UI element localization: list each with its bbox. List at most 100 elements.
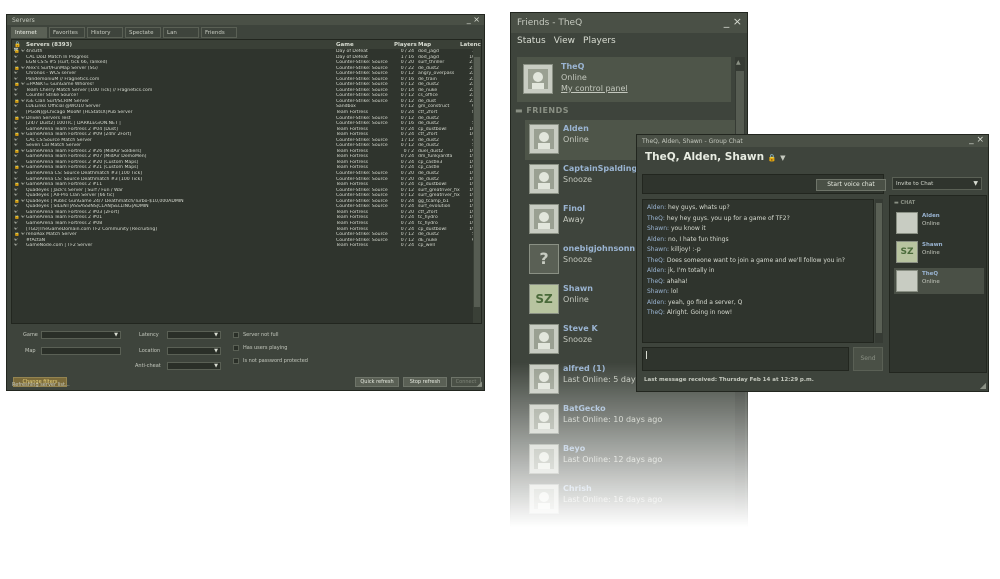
message-text: lol [670,288,678,295]
close-icon[interactable]: × [976,135,984,145]
member-theq[interactable]: TheQ Online [894,268,984,294]
friend-item[interactable]: Chrish Last Online: 16 days ago [525,480,735,520]
message-text: you know it [670,225,706,232]
server-name: GameNode.com | TF2 Server [26,243,93,249]
tab-internet[interactable]: Internet [11,27,47,38]
not-full-checkbox[interactable] [233,332,239,338]
filter-panel: Game ▼ Map Latency ▼ Location ▼ Anti-che… [11,328,482,388]
filter-latency-label: Latency [139,332,159,338]
friend-item[interactable]: Beyo Last Online: 12 days ago [525,440,735,480]
menu-view[interactable]: View [554,36,575,47]
resize-grip-icon[interactable]: ◢ [980,381,986,390]
avatar: SZ [896,241,918,263]
friends-section-header: ▬ FRIENDS [515,106,569,115]
start-voice-chat-button[interactable]: Start voice chat [816,179,886,191]
control-panel-link[interactable]: My control panel [561,84,628,93]
friend-item[interactable]: BatGecko Last Online: 10 days ago [525,400,735,440]
minimize-icon[interactable]: _ [467,15,471,24]
server-list: 🔒 ⛨ Servers (8393) Game Players Map Late… [11,39,482,324]
column-servers[interactable]: Servers (8393) [26,42,336,49]
self-profile: TheQ Online My control panel [517,57,731,102]
scroll-thumb[interactable] [474,57,480,307]
chat-title-bar[interactable]: TheQ, Alden, Shawn - Group Chat _ × [637,135,988,147]
tab-friends[interactable]: Friends [201,27,237,38]
invite-to-chat-dropdown[interactable]: Invite to Chat ▼ [892,177,982,190]
status-text: Refreshing server list... [12,382,70,388]
minimize-icon[interactable]: _ [969,135,974,145]
message-author: Shawn: [647,225,670,232]
self-name: TheQ [561,62,585,71]
chat-message: Shawn: you know it [647,224,869,235]
message-author: TheQ: [647,309,665,316]
message-author: Alden: [647,267,667,274]
anticheat-select[interactable]: ▼ [167,362,221,370]
tab-favorites[interactable]: Favorites [49,27,85,38]
no-password-checkbox[interactable] [233,358,239,364]
column-latency[interactable]: Latency [460,42,481,49]
avatar[interactable] [523,64,553,94]
chevron-down-icon: ▼ [214,348,218,354]
tab-spectate[interactable]: Spectate [125,27,161,38]
location-select[interactable]: ▼ [167,347,221,355]
send-button[interactable]: Send [853,347,883,371]
servers-title: Servers [12,17,35,24]
game-select[interactable]: ▼ [41,331,121,339]
lock-icon: 🔒 [767,154,777,162]
chat-scrollbar[interactable] [875,199,883,343]
friend-name: Chrish [563,484,592,493]
has-users-checkbox[interactable] [233,345,239,351]
close-icon[interactable]: × [733,15,742,28]
column-players[interactable]: Players [394,42,418,49]
table-row[interactable]: ⛨ GameNode.com | TF2 Server Team Fortress 0… [12,243,481,249]
scroll-up-icon[interactable]: ▲ [736,59,741,66]
stop-refresh-button[interactable]: Stop refresh [403,377,447,387]
not-full-label: Server not full [243,332,279,338]
resize-grip-icon[interactable]: ◢ [477,380,482,388]
chat-message: TheQ: ahaha! [647,277,869,288]
avatar [529,204,559,234]
member-status: Online [922,279,940,285]
tab-history[interactable]: History [87,27,123,38]
message-author: Alden: [647,235,667,243]
chevron-down-icon: ▼ [973,180,978,187]
chevron-down-icon[interactable]: ▼ [780,154,785,162]
minimize-icon[interactable]: _ [724,15,730,28]
friend-name: alfred (1) [563,364,606,373]
message-text: ahaha! [666,277,688,285]
server-rows: 🔒 ⛨4nd3thDay of Defeat0 / 24dod_jagd36 ⛨… [12,49,481,249]
column-game[interactable]: Game [336,42,394,49]
server-map: cp_well [418,243,435,249]
header-icons[interactable]: 🔒 ⛨ [12,42,26,54]
chat-message: Shawn: lol [647,287,869,298]
member-alden[interactable]: Alden Online [894,210,984,236]
message-author: TheQ: [647,277,665,285]
friends-title: Friends - TheQ [517,18,583,28]
server-players: 0 / 24 [400,243,414,249]
latency-select[interactable]: ▼ [167,331,221,339]
friends-section-label: FRIENDS [526,106,570,115]
chat-input[interactable] [642,347,849,371]
members-section-header: ▬ CHAT [894,200,915,206]
chat-log: Alden: hey guys, whats up? TheQ: hey hey … [642,199,874,343]
server-list-scrollbar[interactable] [473,49,481,323]
friends-title-bar[interactable]: Friends - TheQ _ × [511,13,747,33]
menu-status[interactable]: Status [517,36,546,47]
voice-bar: Start voice chat [642,174,886,194]
message-text: killjoy! :-p [670,246,701,253]
servers-title-bar[interactable]: Servers _ × [7,15,484,25]
tab-lan[interactable]: Lan [163,27,199,38]
map-input[interactable] [41,347,121,355]
message-text: hey hey guys. you up for a game of TF2? [666,214,790,222]
menu-players[interactable]: Players [583,36,616,47]
servers-tabs: Internet Favorites History Spectate Lan … [7,25,484,38]
message-text: Does someone want to join a game and we'… [666,256,845,264]
collapse-icon[interactable]: ▬ [515,106,526,115]
column-map[interactable]: Map [418,42,460,49]
avatar [529,404,559,434]
chevron-down-icon: ▼ [214,363,218,369]
friend-status: Last Online: 5 days [563,375,640,384]
scroll-thumb[interactable] [876,203,882,333]
close-icon[interactable]: × [473,15,480,24]
quick-refresh-button[interactable]: Quick refresh [355,377,399,387]
member-shawn[interactable]: SZ Shawn Online [894,239,984,265]
